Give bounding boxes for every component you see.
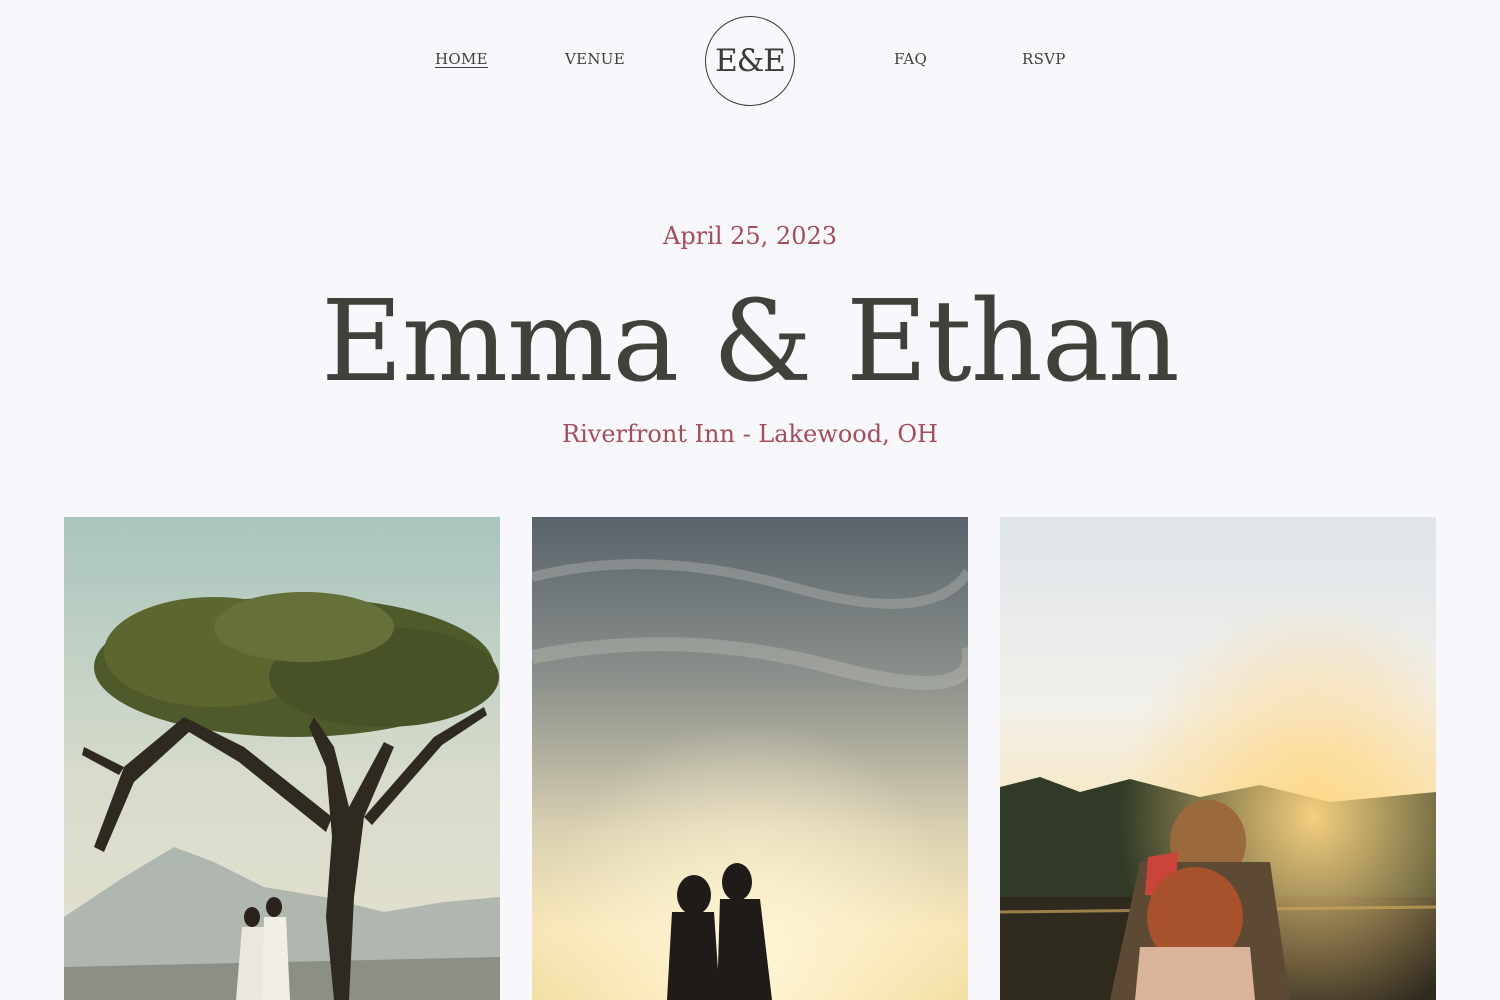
nav-home-link[interactable]: HOME xyxy=(435,50,488,68)
nav-rsvp-link[interactable]: RSVP xyxy=(1022,50,1066,68)
couple-lakeside-sunset-photo xyxy=(1000,517,1436,1000)
wedding-date: April 25, 2023 xyxy=(662,222,838,250)
nav-venue-link[interactable]: VENUE xyxy=(565,50,625,68)
nav-faq-link[interactable]: FAQ xyxy=(894,50,927,68)
couple-silhouette-sunset-photo xyxy=(532,517,968,1000)
venue-location: Riverfront Inn - Lakewood, OH xyxy=(562,420,938,448)
couple-under-tree-photo xyxy=(64,517,500,1000)
monogram-logo[interactable]: E&E xyxy=(705,16,795,106)
couple-names-heading: Emma & Ethan xyxy=(321,277,1180,407)
